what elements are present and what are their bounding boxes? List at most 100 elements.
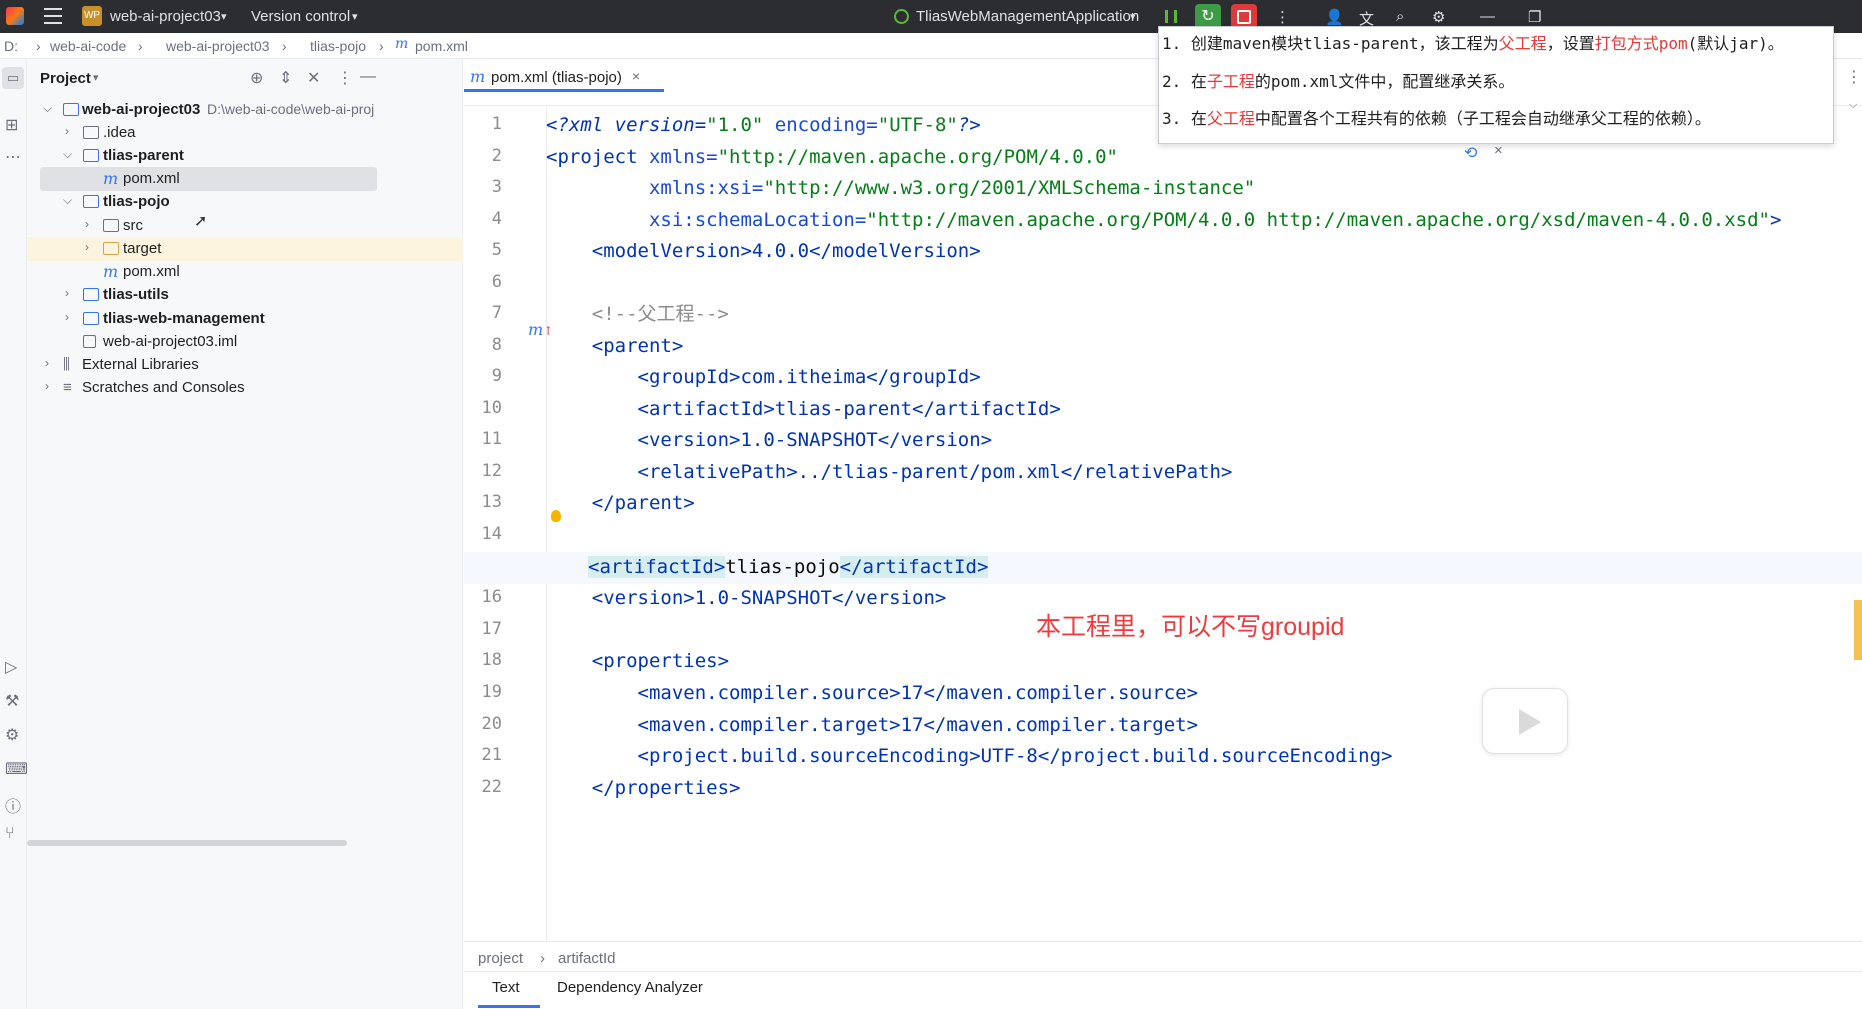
code-comment: <!--父工程--> [546, 303, 729, 325]
version-control-menu[interactable]: Version control [251, 8, 350, 25]
project-badge[interactable]: WP [82, 6, 102, 26]
breadcrumb-web-ai-code[interactable]: web-ai-code [50, 38, 126, 54]
collapse-all-icon[interactable]: ✕ [307, 68, 320, 88]
chevron-right-icon[interactable]: › [65, 286, 69, 300]
code-text: > [1769, 209, 1782, 231]
tab-text[interactable]: Text [492, 979, 520, 996]
line-number: 17 [481, 619, 502, 639]
tree-item-tlias-pojo[interactable]: ⌵ tlias-pojo [27, 190, 463, 214]
breadcrumb-drive[interactable]: D: [4, 38, 18, 54]
chevron-down-icon[interactable]: ▾ [352, 10, 358, 23]
code-area[interactable]: <?xml version="1.0" encoding="UTF-8"?> <… [464, 106, 1862, 994]
vertical-scrollbar-marker[interactable] [1854, 600, 1862, 660]
tree-item-tlias-parent[interactable]: ⌵ tlias-parent [27, 144, 463, 168]
chevron-down-icon[interactable]: ⌵ [63, 193, 72, 208]
code-text: "UTF-8" [877, 114, 958, 136]
run-config-selector[interactable]: TliasWebManagementApplication [916, 8, 1139, 25]
video-play-icon[interactable] [1482, 688, 1568, 754]
line-number: 1 [491, 114, 502, 134]
footer-breadcrumb-project[interactable]: project [478, 950, 523, 967]
tab-pom-xml[interactable]: m pom.xml (tlias-pojo) × [464, 59, 664, 106]
main-menu-icon[interactable] [44, 8, 62, 24]
line-number: 5 [491, 240, 502, 260]
terminal-icon[interactable]: ⌨ [5, 759, 28, 779]
search-icon[interactable]: ⌕ [1396, 8, 1404, 25]
tree-item-root[interactable]: ⌵ web-ai-project03 D:\web-ai-code\web-ai… [27, 98, 463, 122]
line-number: 19 [481, 682, 502, 702]
tab-dependency-analyzer[interactable]: Dependency Analyzer [557, 979, 703, 996]
note-text: 中配置各个工程共有的依赖（子工程会自动继承父工程的依赖）。 [1254, 109, 1711, 128]
project-switcher[interactable]: web-ai-project03 [110, 8, 221, 25]
breadcrumb-project[interactable]: web-ai-project03 [166, 38, 270, 54]
line-number: 13 [481, 492, 502, 512]
maximize-icon[interactable]: ❐ [1528, 8, 1541, 26]
tree-item-parent-pom[interactable]: m pom.xml [40, 167, 377, 191]
chevron-right-icon[interactable]: › [45, 356, 49, 370]
note-line-2: 2. 在子工程的pom.xml文件中，配置继承关系。 [1162, 68, 1514, 92]
tree-item-target[interactable]: › target [27, 237, 463, 261]
chevron-down-icon[interactable]: ▾ [1130, 10, 1136, 23]
project-panel: Project ▾ ⊕ ⇕ ✕ ⋮ — ⌵ web-ai-project03 D… [27, 59, 463, 1009]
minimize-icon[interactable]: — [1480, 8, 1495, 25]
tree-item-external-libraries[interactable]: › ⫼ External Libraries [27, 353, 463, 377]
code-text: </artifactId> [839, 556, 989, 578]
note-text: 3. 在 [1162, 109, 1207, 128]
footer-breadcrumb-artifactid[interactable]: artifactId [558, 950, 616, 967]
note-line-1: 1. 创建maven模块tlias-parent，该工程为父工程，设置打包方式p… [1162, 30, 1784, 54]
line-number: 12 [481, 461, 502, 481]
breadcrumb-module[interactable]: tlias-pojo [310, 38, 366, 54]
run-tool-icon[interactable]: ▷ [5, 657, 17, 677]
services-tool-icon[interactable]: ⚙ [5, 725, 19, 745]
note-highlight: 打包方式pom [1594, 34, 1688, 53]
options-icon[interactable]: ⋮ [337, 68, 353, 88]
tree-path: D:\web-ai-code\web-ai-proj [207, 101, 375, 117]
tree-item-scratches[interactable]: › ≡ Scratches and Consoles [27, 376, 463, 400]
chevron-down-icon[interactable]: ▾ [221, 10, 227, 23]
breadcrumb-file[interactable]: pom.xml [415, 38, 468, 54]
more-icon[interactable]: ⋮ [1846, 67, 1862, 87]
chevron-right-icon[interactable]: › [45, 379, 49, 393]
tree-item-tlias-utils[interactable]: › tlias-utils [27, 283, 463, 307]
app-logo-icon[interactable] [6, 7, 24, 25]
horizontal-scrollbar[interactable] [27, 840, 347, 846]
line-number: 21 [481, 745, 502, 765]
ai-assist-icon[interactable]: ⟲ [1464, 143, 1477, 163]
git-icon[interactable]: ⑂ [5, 825, 15, 843]
module-folder-icon [83, 149, 99, 162]
gear-icon[interactable]: ⚙ [1432, 8, 1445, 26]
library-icon: ⫼ [63, 356, 70, 373]
pause-icon[interactable] [1165, 10, 1177, 23]
problems-icon[interactable]: ⓘ [5, 793, 21, 817]
structure-icon[interactable]: ⊞ [5, 115, 18, 135]
user-icon[interactable]: 👤 [1325, 8, 1344, 26]
tree-item-src[interactable]: › src [27, 214, 463, 238]
code-line: <version>1.0-SNAPSHOT</version> [546, 429, 993, 451]
note-line-3: 3. 在父工程中配置各个工程共有的依赖（子工程会自动继承父工程的依赖）。 [1162, 105, 1711, 129]
chevron-right-icon[interactable]: › [65, 124, 69, 138]
tree-item-iml[interactable]: web-ai-project03.iml [27, 330, 463, 354]
code-text: xmlns= [637, 146, 718, 168]
expand-all-icon[interactable]: ⇕ [279, 68, 292, 88]
tree-item-idea[interactable]: › .idea [27, 121, 463, 145]
close-icon[interactable]: × [632, 68, 640, 84]
build-tool-icon[interactable]: ⚒ [5, 691, 19, 711]
tree-item-tlias-web-management[interactable]: › tlias-web-management [27, 307, 463, 331]
close-icon[interactable]: × [1494, 142, 1503, 159]
line-number: 7 [491, 303, 502, 323]
chevron-down-icon[interactable]: ⌵ [63, 147, 72, 162]
project-panel-title[interactable]: Project [40, 70, 91, 87]
chevron-right-icon[interactable]: › [65, 310, 69, 324]
project-tool-icon[interactable]: ▭ [2, 67, 24, 89]
more-icon[interactable]: ⋮ [1275, 8, 1290, 26]
chevron-right-icon: › [138, 38, 143, 54]
chevron-down-icon[interactable]: ⌵ [43, 101, 52, 116]
chevron-down-icon[interactable]: ▾ [93, 71, 99, 84]
locate-icon[interactable]: ⊕ [250, 68, 263, 88]
code-line: </parent> [546, 492, 695, 514]
hide-panel-icon[interactable]: — [360, 68, 376, 86]
tree-item-pojo-pom[interactable]: m pom.xml [27, 260, 463, 284]
chevron-right-icon[interactable]: › [85, 217, 89, 231]
more-tools-icon[interactable]: ⋯ [5, 147, 21, 167]
chevron-right-icon[interactable]: › [85, 240, 89, 254]
tree-label: tlias-utils [103, 286, 169, 303]
